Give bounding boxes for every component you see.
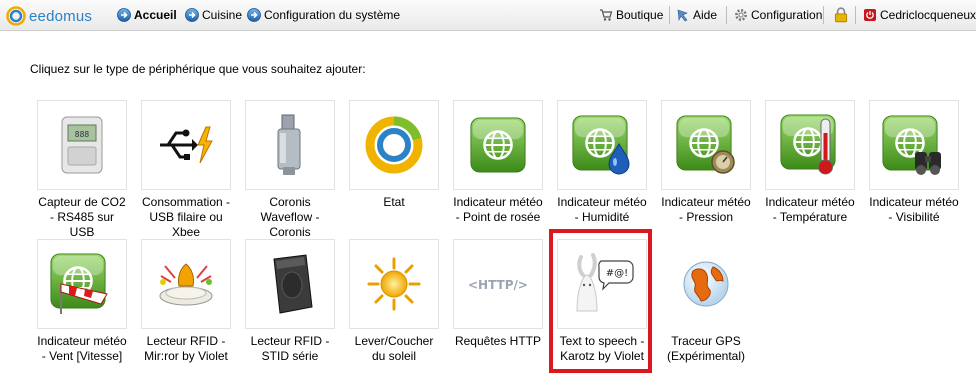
circle-arrow-icon [185,8,199,22]
weather-pressure-icon [675,114,735,174]
weather-globe-icon [469,116,527,174]
nav-cuisine[interactable]: Cuisine [185,7,242,23]
device-tile-co2-sensor[interactable]: 888 Capteur de CO2 - RS485 sur USB [37,100,127,240]
device-tile-label: Lecteur RFID - Mir:ror by Violet [144,334,228,363]
separator [823,6,824,24]
device-tile-temperature[interactable]: Indicateur météo - Température [765,100,855,225]
device-tile-visibilite[interactable]: Indicateur météo - Visibilité [869,100,959,225]
nav-boutique[interactable]: Boutique [599,7,663,23]
device-tile-box [661,239,751,329]
rfid-mirror-icon [159,263,213,306]
http-icon: <HTTP/> [468,278,528,292]
weather-visibility-icon [881,114,941,175]
separator [855,6,856,24]
device-tile-box [141,100,231,190]
rfid-stid-icon [273,254,313,314]
nav-configuration-systeme-label: Configuration du système [264,8,401,22]
gear-icon [735,9,747,21]
device-tile-pression[interactable]: Indicateur météo - Pression [661,100,751,225]
device-tile-box: <HTTP/> [453,239,543,329]
top-navigation-bar: eedomus Accueil Cuisine Configuration du… [0,0,976,31]
device-tile-label: Requêtes HTTP [454,334,542,348]
water-meter-icon [277,114,301,175]
device-tile-label: Indicateur météo - Vent [Vitesse] [37,334,127,363]
device-tile-box [37,239,127,329]
weather-temperature-icon [779,113,837,175]
device-tile-label: Coronis Waveflow - Coronis [260,195,320,239]
weather-wind-icon [49,252,108,314]
separator [669,6,670,24]
device-tile-box [349,239,439,329]
device-tile-box [349,100,439,190]
nav-aide[interactable]: Aide [676,7,717,23]
state-ring-icon [365,116,423,174]
svg-text:<HTTP/>: <HTTP/> [468,278,528,292]
device-tile-coronis[interactable]: Coronis Waveflow - Coronis [245,100,335,240]
device-tile-point-de-rosee[interactable]: Indicateur météo - Point de rosée [453,100,543,225]
device-tile-box: 888 [37,100,127,190]
separator [726,6,727,24]
device-tile-humidite[interactable]: Indicateur météo - Humidité [557,100,647,225]
device-tile-label: Indicateur météo - Humidité [557,195,647,224]
device-tile-label: Lever/Coucher du soleil [354,334,434,363]
device-tile-consommation[interactable]: Consommation - USB filaire ou Xbee [141,100,231,240]
device-tile-label: Indicateur météo - Température [765,195,855,224]
device-tile-box [557,100,647,190]
nav-cuisine-label: Cuisine [202,8,243,22]
nav-user-label: Cedriclocqueneux [880,8,976,22]
device-tile-vent[interactable]: Indicateur météo - Vent [Vitesse] [37,239,127,364]
nav-boutique-label: Boutique [616,8,664,22]
device-tile-label: Consommation - USB filaire ou Xbee [141,195,231,239]
circle-arrow-icon [117,8,131,22]
device-tile-label: Lecteur RFID - STID série [250,334,330,363]
lock-icon [834,7,848,23]
device-tile-label: Indicateur météo - Point de rosée [453,195,543,224]
circle-arrow-icon [247,8,261,22]
sun-icon [367,257,421,311]
help-icon [677,9,688,22]
device-tile-label: Capteur de CO2 - RS485 sur USB [38,195,126,239]
svg-text:888: 888 [75,130,90,139]
device-tile-label: Indicateur météo - Visibilité [869,195,959,224]
device-tile-box [765,100,855,190]
device-tile-box [245,239,335,329]
intro-text: Cliquez sur le type de périphérique que … [30,62,366,76]
nav-configuration-systeme[interactable]: Configuration du système [247,7,400,23]
device-tile-box [245,100,335,190]
nav-configuration[interactable]: Configuration [734,7,822,23]
device-tile-rfid-stid[interactable]: Lecteur RFID - STID série [245,239,335,364]
highlight-frame [549,229,652,373]
device-tile-label: Indicateur météo - Pression [661,195,751,224]
nav-configuration-label: Configuration [751,8,823,22]
device-tile-box [869,100,959,190]
device-tile-requetes-http[interactable]: <HTTP/> Requêtes HTTP [453,239,543,349]
usb-power-icon [160,126,213,164]
nav-user-logout[interactable]: Cedriclocqueneux [863,7,976,23]
nav-accueil[interactable]: Accueil [117,7,177,23]
device-tile-traceur-gps[interactable]: Traceur GPS (Expérimental) [661,239,751,364]
device-tile-rfid-mirror[interactable]: Lecteur RFID - Mir:ror by Violet [141,239,231,364]
device-tile-box [141,239,231,329]
lock-button[interactable] [833,7,852,23]
nav-aide-label: Aide [693,8,718,22]
device-tile-label: Traceur GPS (Expérimental) [666,334,746,363]
device-tile-lever-coucher-soleil[interactable]: Lever/Coucher du soleil [349,239,439,364]
device-tile-label: Etat [383,195,405,209]
device-tile-box [453,100,543,190]
logout-icon [864,9,876,21]
device-tile-etat[interactable]: Etat [349,100,439,210]
logo-text: eedomus [29,7,93,25]
co2-sensor-icon: 888 [61,116,103,174]
globe-gps-icon [683,261,729,307]
eedomus-logo-icon [6,6,26,26]
weather-humidity-icon [571,114,630,175]
eedomus-logo[interactable]: eedomus [6,6,92,26]
cart-icon [600,9,613,21]
device-tile-box [661,100,751,190]
nav-accueil-label: Accueil [134,8,177,22]
